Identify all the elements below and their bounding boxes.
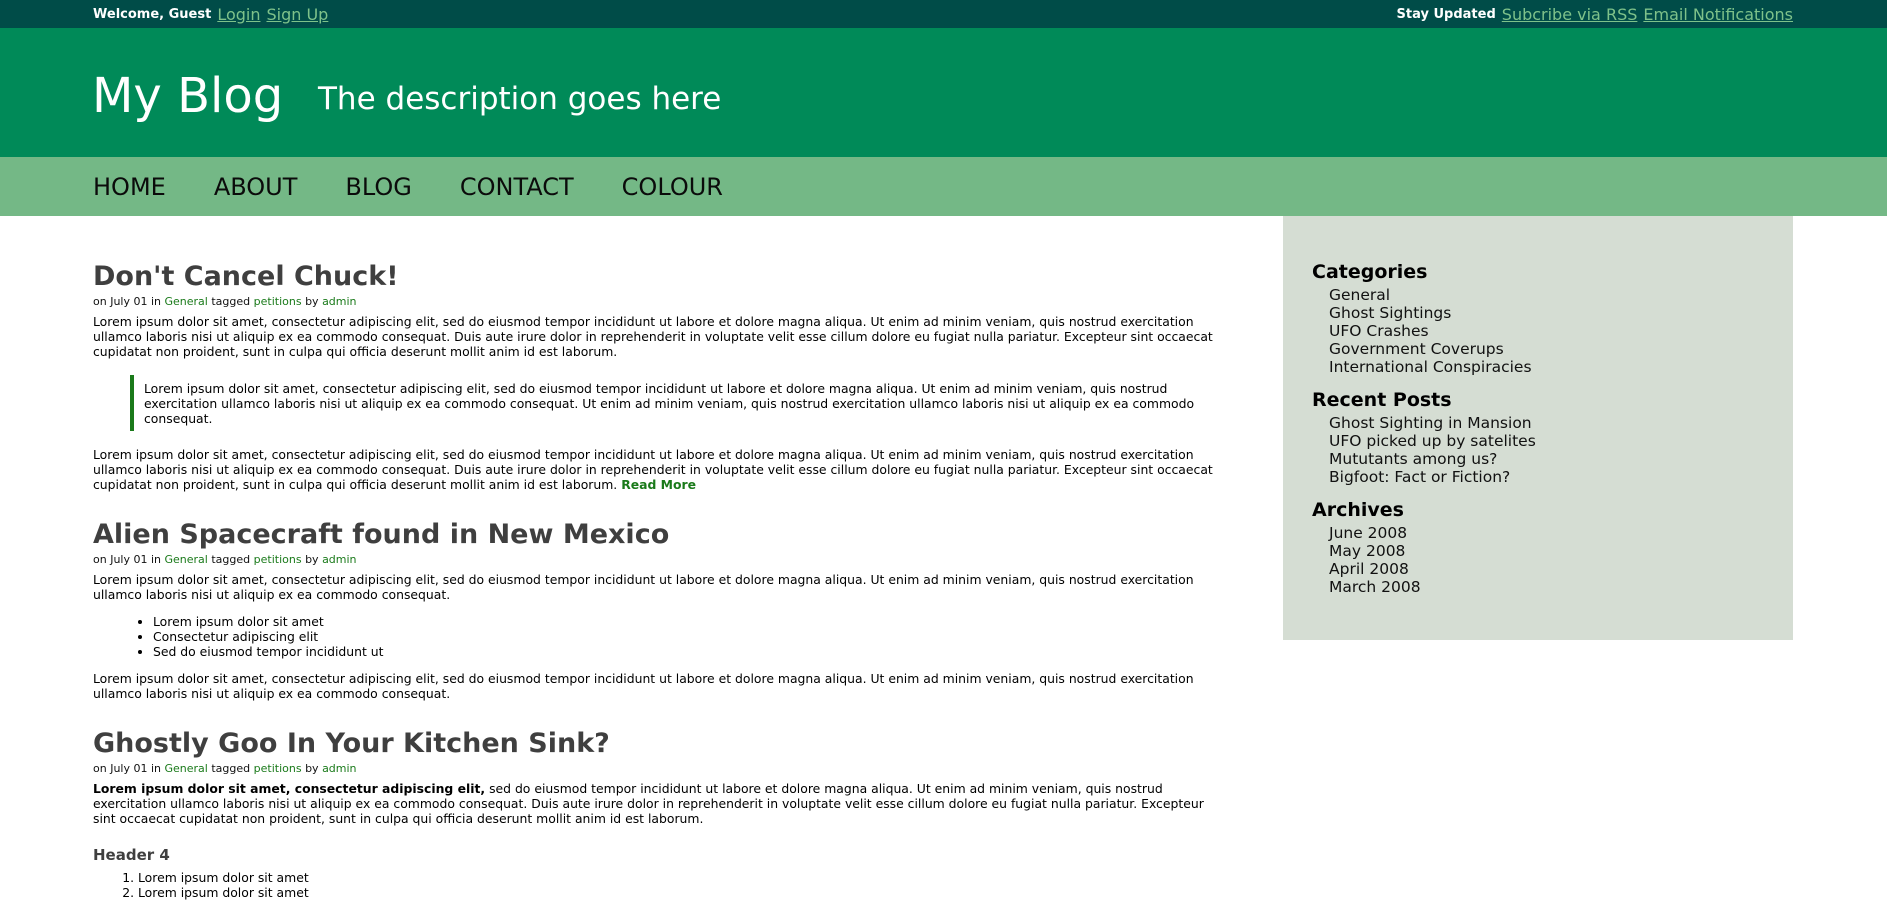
tagged-text: tagged: [211, 762, 251, 775]
signup-link[interactable]: Sign Up: [266, 5, 328, 24]
post-paragraph: Lorem ipsum dolor sit amet, consectetur …: [93, 314, 1213, 359]
post-date: on July 01 in: [93, 762, 161, 775]
main-content: Don't Cancel Chuck! on July 01 in Genera…: [93, 216, 1218, 912]
nav-item-about[interactable]: ABOUT: [214, 173, 298, 201]
post-category-link[interactable]: General: [165, 553, 208, 566]
recent-posts-heading: Recent Posts: [1312, 389, 1452, 411]
blockquote: Lorem ipsum dolor sit amet, consectetur …: [130, 375, 1218, 431]
post-title[interactable]: Alien Spacecraft found in New Mexico: [93, 519, 1218, 550]
recent-post-link[interactable]: Bigfoot: Fact or Fiction?: [1329, 468, 1536, 486]
stay-updated-text: Stay Updated: [1396, 6, 1496, 22]
nav-item-blog[interactable]: BLOG: [345, 173, 411, 201]
post-title[interactable]: Ghostly Goo In Your Kitchen Sink?: [93, 728, 1218, 759]
by-text: by: [305, 295, 319, 308]
sidebar-category-link[interactable]: UFO Crashes: [1329, 322, 1532, 340]
rss-link[interactable]: Subcribe via RSS: [1502, 5, 1638, 24]
main-nav: HOME ABOUT BLOG CONTACT COLOUR: [0, 157, 1887, 216]
by-text: by: [305, 762, 319, 775]
welcome-text: Welcome, Guest: [93, 6, 212, 22]
archive-link[interactable]: June 2008: [1329, 524, 1421, 542]
post-title[interactable]: Don't Cancel Chuck!: [93, 261, 1218, 292]
post: Ghostly Goo In Your Kitchen Sink? on Jul…: [93, 728, 1218, 900]
post-author-link[interactable]: admin: [322, 762, 356, 775]
list-item: Consectetur adipiscing elit: [153, 629, 1218, 644]
post-paragraph: Lorem ipsum dolor sit amet, consectetur …: [93, 781, 1218, 826]
recent-post-link[interactable]: Ghost Sighting in Mansion: [1329, 414, 1536, 432]
post-category-link[interactable]: General: [165, 762, 208, 775]
post-paragraph: Lorem ipsum dolor sit amet, consectetur …: [93, 447, 1218, 492]
site-header: My Blog The description goes here: [0, 28, 1887, 157]
sidebar: Categories General Ghost Sightings UFO C…: [1283, 216, 1793, 640]
categories-block: Categories General Ghost Sightings UFO C…: [1312, 261, 1532, 376]
site-description: The description goes here: [318, 81, 722, 117]
post-paragraph: Lorem ipsum dolor sit amet, consectetur …: [93, 671, 1194, 701]
list-item: Lorem ipsum dolor sit amet: [138, 870, 1218, 885]
bold-text: Lorem ipsum dolor sit amet, consectetur …: [93, 781, 486, 796]
recent-post-link[interactable]: Mututants among us?: [1329, 450, 1536, 468]
email-notifications-link[interactable]: Email Notifications: [1643, 5, 1793, 24]
archives-heading: Archives: [1312, 499, 1404, 521]
archive-link[interactable]: March 2008: [1329, 578, 1421, 596]
post: Don't Cancel Chuck! on July 01 in Genera…: [93, 261, 1218, 492]
post-meta: on July 01 in General tagged petitions b…: [93, 553, 1218, 566]
archives-block: Archives June 2008 May 2008 April 2008 M…: [1312, 499, 1421, 596]
tagged-text: tagged: [211, 295, 251, 308]
numbered-list: Lorem ipsum dolor sit amet Lorem ipsum d…: [93, 870, 1218, 900]
recent-post-link[interactable]: UFO picked up by satelites: [1329, 432, 1536, 450]
post-paragraph: Lorem ipsum dolor sit amet, consectetur …: [93, 572, 1194, 602]
post-author-link[interactable]: admin: [322, 295, 356, 308]
nav-item-colour[interactable]: COLOUR: [622, 173, 723, 201]
sidebar-category-link[interactable]: Government Coverups: [1329, 340, 1532, 358]
archive-link[interactable]: April 2008: [1329, 560, 1421, 578]
nav-item-home[interactable]: HOME: [93, 173, 166, 201]
post-date: on July 01 in: [93, 295, 161, 308]
section-heading: Header 4: [93, 846, 170, 864]
post-tag-link[interactable]: petitions: [254, 295, 302, 308]
login-link[interactable]: Login: [217, 5, 260, 24]
list-item: Lorem ipsum dolor sit amet: [153, 614, 1218, 629]
post: Alien Spacecraft found in New Mexico on …: [93, 519, 1218, 701]
post-meta: on July 01 in General tagged petitions b…: [93, 295, 1218, 308]
bullet-list: Lorem ipsum dolor sit amet Consectetur a…: [93, 614, 1218, 659]
post-date: on July 01 in: [93, 553, 161, 566]
top-utility-bar: Welcome, Guest Login Sign Up Stay Update…: [0, 0, 1887, 28]
categories-heading: Categories: [1312, 261, 1428, 283]
post-tag-link[interactable]: petitions: [254, 553, 302, 566]
recent-posts-block: Recent Posts Ghost Sighting in Mansion U…: [1312, 389, 1536, 486]
post-tag-link[interactable]: petitions: [254, 762, 302, 775]
site-title[interactable]: My Blog: [92, 68, 283, 124]
post-category-link[interactable]: General: [165, 295, 208, 308]
stay-updated-group: Stay Updated Subcribe via RSS Email Noti…: [1397, 5, 1793, 24]
sidebar-category-link[interactable]: Ghost Sightings: [1329, 304, 1532, 322]
post-meta: on July 01 in General tagged petitions b…: [93, 762, 1218, 775]
welcome-group: Welcome, Guest Login Sign Up: [93, 5, 328, 24]
list-item: Lorem ipsum dolor sit amet: [138, 885, 1218, 900]
post-author-link[interactable]: admin: [322, 553, 356, 566]
archive-link[interactable]: May 2008: [1329, 542, 1421, 560]
nav-item-contact[interactable]: CONTACT: [460, 173, 574, 201]
sidebar-category-link[interactable]: General: [1329, 286, 1532, 304]
list-item: Sed do eiusmod tempor incididunt ut: [153, 644, 1218, 659]
by-text: by: [305, 553, 319, 566]
sidebar-category-link[interactable]: International Conspiracies: [1329, 358, 1532, 376]
tagged-text: tagged: [211, 553, 251, 566]
read-more-link[interactable]: Read More: [621, 477, 696, 492]
